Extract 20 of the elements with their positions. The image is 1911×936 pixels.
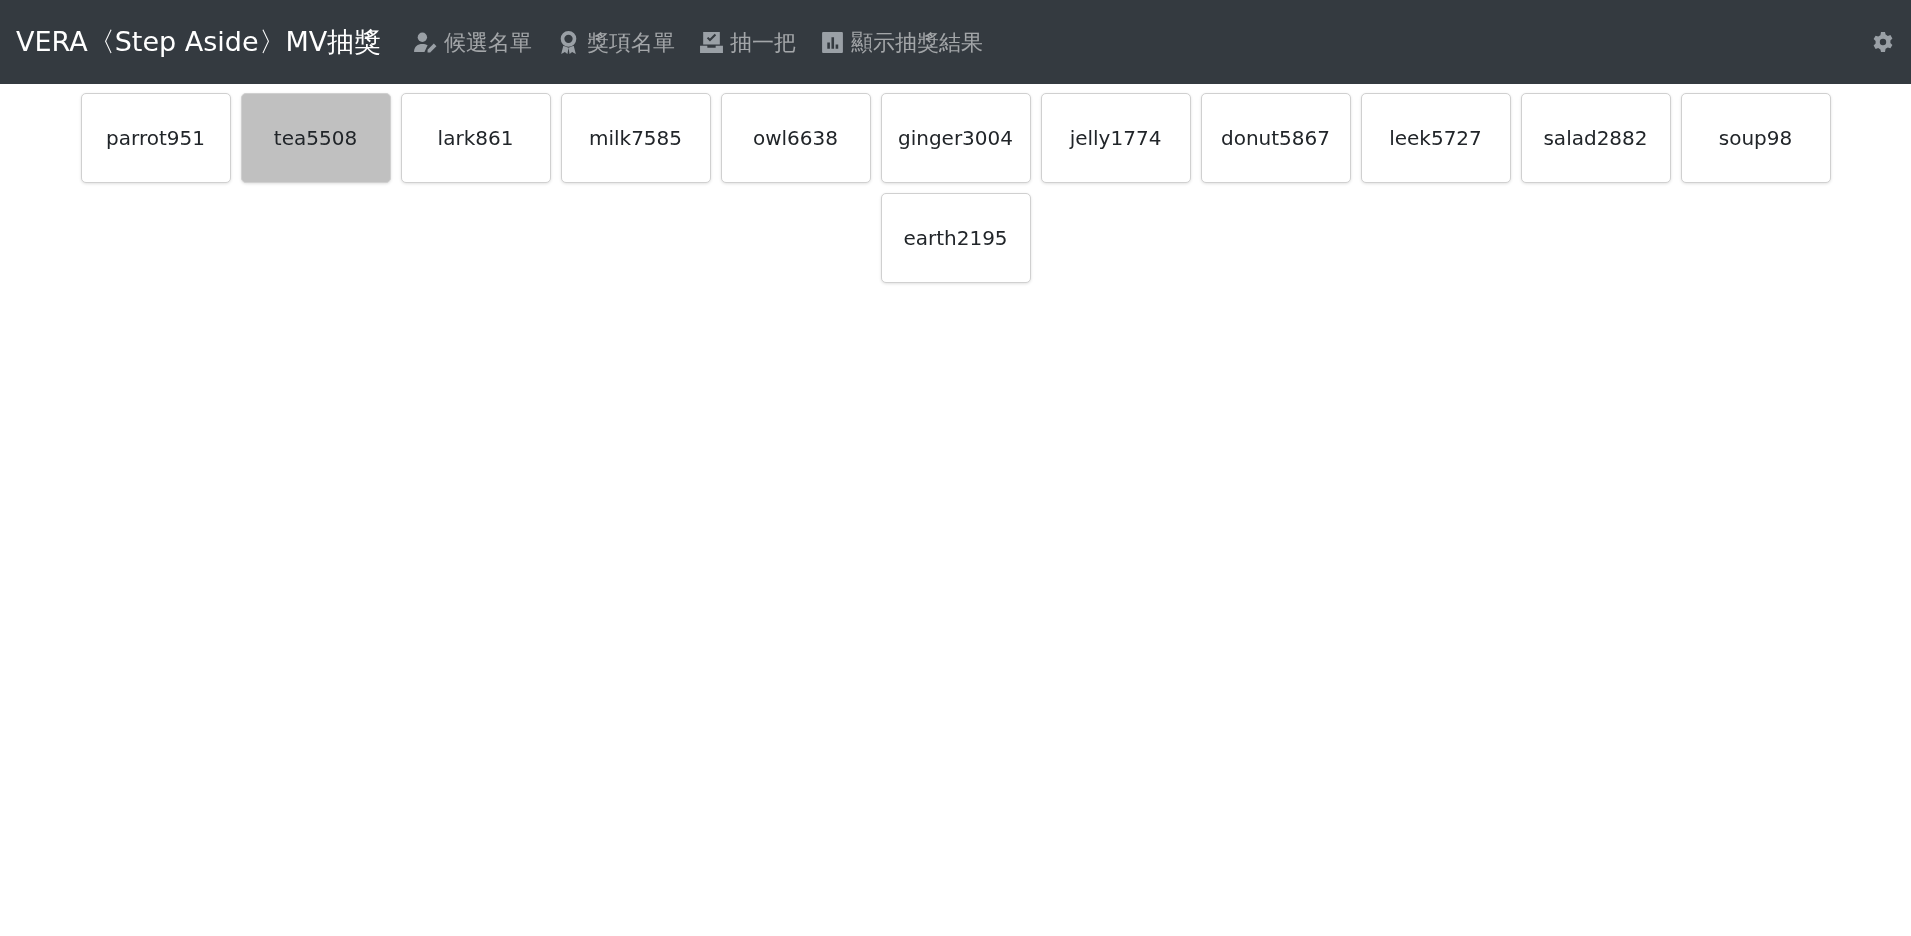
- nav-link[interactable]: 獎項名單: [548, 25, 684, 59]
- candidate-card: jelly1774: [1040, 93, 1191, 183]
- nav-link[interactable]: 顯示抽獎結果: [812, 25, 992, 59]
- settings-icon[interactable]: [1871, 30, 1895, 54]
- candidate-card: tea5508: [240, 93, 391, 183]
- candidate-card: donut5867: [1200, 93, 1351, 183]
- candidate-card: owl6638: [720, 93, 871, 183]
- candidate-card: parrot951: [80, 93, 231, 183]
- chart-icon: [820, 29, 846, 55]
- candidate-card: ginger3004: [880, 93, 1031, 183]
- candidate-card: salad2882: [1520, 93, 1671, 183]
- candidate-card: lark861: [400, 93, 551, 183]
- candidate-card: leek5727: [1360, 93, 1511, 183]
- candidate-card: soup98: [1680, 93, 1831, 183]
- candidate-card: earth2195: [880, 193, 1031, 283]
- candidate-card: milk7585: [560, 93, 711, 183]
- tray-check-icon: [699, 29, 725, 55]
- app-title: VERA〈Step Aside〉MV抽獎: [16, 24, 382, 59]
- nav-link[interactable]: 抽一把: [691, 25, 805, 59]
- nav-link[interactable]: 候選名單: [405, 25, 541, 59]
